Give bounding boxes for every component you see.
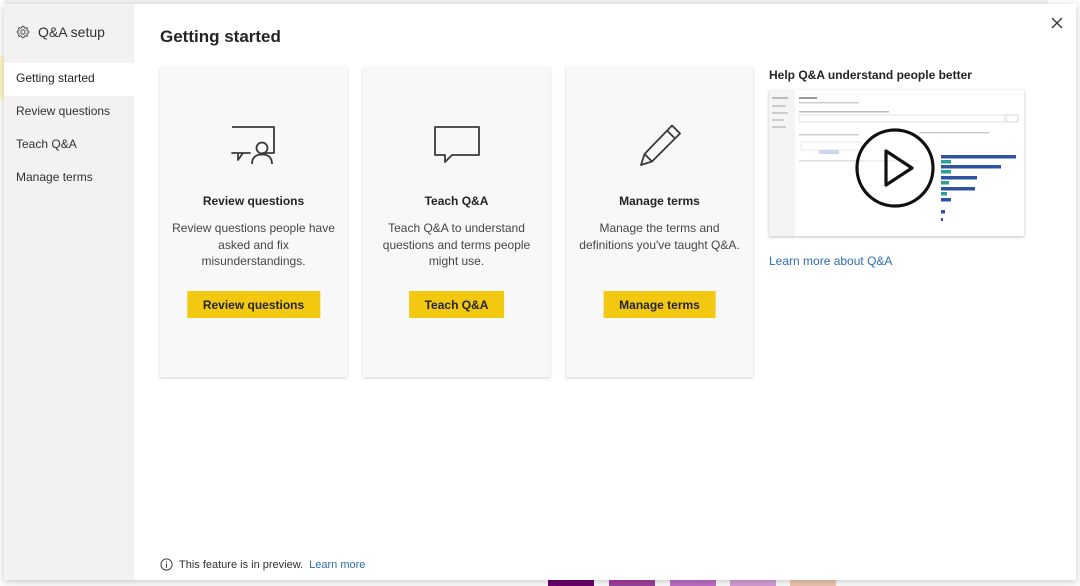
footer-learn-more-link[interactable]: Learn more [309, 559, 365, 571]
card-title: Teach Q&A [424, 194, 489, 208]
video-preview-graphic [769, 90, 1024, 236]
card-description: Manage the terms and definitions you've … [579, 221, 740, 252]
card-icon-wrap [160, 123, 347, 173]
sidebar-item-review-questions[interactable]: Review questions [4, 96, 134, 129]
review-questions-button[interactable]: Review questions [186, 291, 321, 318]
help-title: Help Q&A understand people better [769, 68, 972, 82]
card-icon-wrap [566, 123, 753, 173]
gear-icon [16, 25, 30, 39]
sidebar-item-teach-qa[interactable]: Teach Q&A [4, 129, 134, 162]
card-description: Teach Q&A to understand questions and te… [382, 221, 531, 268]
sidebar-nav: Getting started Review questions Teach Q… [4, 63, 134, 195]
review-chat-person-icon [230, 126, 275, 165]
sidebar: Q&A setup Getting started Review questio… [4, 4, 134, 580]
footer-text: This feature is in preview. [179, 558, 304, 571]
manage-terms-button[interactable]: Manage terms [603, 291, 716, 318]
info-icon [160, 558, 173, 571]
card-icon-wrap [363, 123, 550, 173]
card-review-questions: Review questions Review questions people… [160, 67, 347, 377]
qa-setup-dialog: Q&A setup Getting started Review questio… [4, 4, 1076, 580]
pencil-icon [639, 124, 681, 166]
speech-bubble-icon [433, 126, 480, 163]
preview-footer: This feature is in preview. Learn more [160, 558, 365, 571]
learn-more-about-qa-link[interactable]: Learn more about Q&A [769, 254, 892, 268]
close-icon[interactable] [1050, 16, 1064, 30]
card-title: Review questions [202, 194, 305, 208]
main-content: Getting started Review questions Review … [134, 4, 1076, 580]
card-manage-terms: Manage terms Manage the terms and defini… [566, 67, 753, 377]
card-teach-qa: Teach Q&A Teach Q&A to understand questi… [363, 67, 550, 377]
card-description: Review questions people have asked and f… [172, 221, 335, 268]
card-title: Manage terms [619, 194, 700, 208]
sidebar-title: Q&A setup [38, 24, 105, 40]
sidebar-item-manage-terms[interactable]: Manage terms [4, 162, 134, 195]
page-title: Getting started [160, 27, 281, 46]
sidebar-header: Q&A setup [16, 24, 105, 40]
video-thumbnail[interactable] [769, 90, 1024, 236]
sidebar-item-getting-started[interactable]: Getting started [4, 63, 134, 96]
teach-qa-button[interactable]: Teach Q&A [408, 291, 505, 318]
